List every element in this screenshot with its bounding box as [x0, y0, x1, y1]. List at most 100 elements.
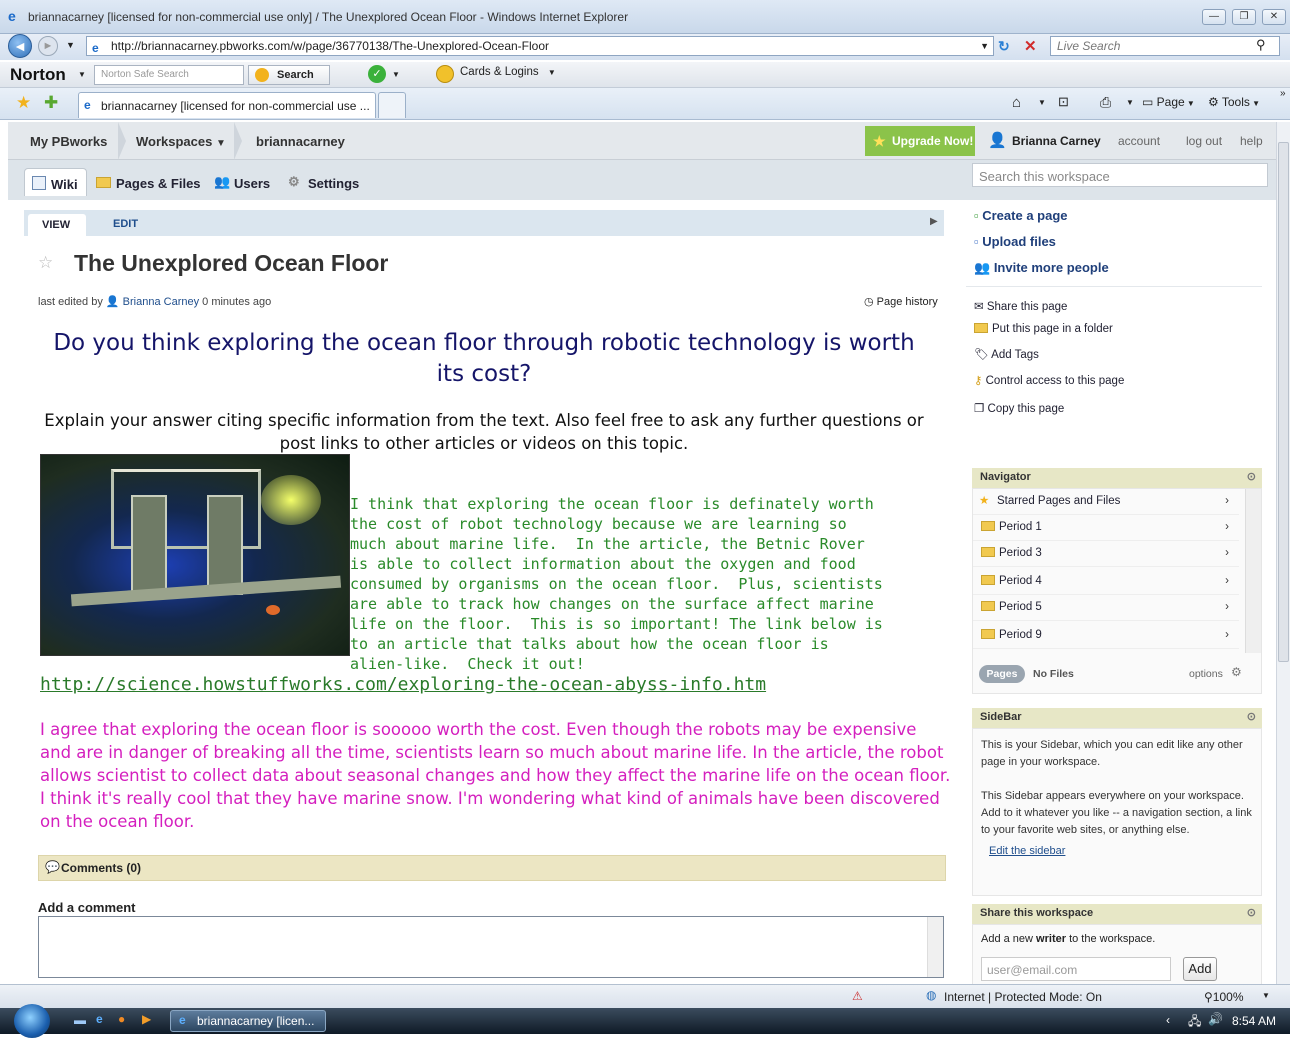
view-tab[interactable]: VIEW — [42, 219, 70, 231]
live-search-input[interactable]: Live Search — [1050, 36, 1280, 56]
article-link[interactable]: http://science.howstuffworks.com/explori… — [40, 674, 766, 695]
back-button[interactable]: ◄ — [8, 34, 32, 58]
help-link[interactable]: help — [1240, 134, 1263, 148]
norton-search-button[interactable]: Search — [248, 65, 330, 85]
network-icon[interactable]: 🖧 — [1188, 1012, 1201, 1033]
norton-search-input[interactable]: Norton Safe Search — [94, 65, 244, 85]
scroll-thumb[interactable] — [1278, 142, 1289, 662]
navigator-scrollbar[interactable] — [1245, 489, 1261, 653]
options-gear-icon[interactable]: ⚙ — [1231, 665, 1242, 679]
page-history-link[interactable]: ◷ Page history — [864, 295, 938, 308]
put-in-folder-link[interactable]: Put this page in a folder — [974, 323, 1113, 335]
url-field[interactable]: e http://briannacarney.pbworks.com/w/pag… — [86, 36, 994, 56]
collapse-icon[interactable]: ⊙ — [1247, 710, 1256, 723]
nav-item-period-4[interactable]: Period 4 › — [973, 569, 1239, 595]
account-link[interactable]: account — [1118, 134, 1160, 148]
maximize-button[interactable]: ❐ — [1232, 9, 1256, 25]
favorites-star-icon[interactable]: ★ — [16, 93, 31, 113]
cards-logins-button[interactable]: Cards & Logins ▼ — [436, 65, 556, 83]
files-tab[interactable]: No Files — [1033, 668, 1074, 680]
norton-brand[interactable]: Norton — [10, 65, 66, 85]
start-button[interactable] — [14, 1004, 50, 1038]
privacy-icon[interactable]: ⚠ — [852, 989, 863, 1003]
overflow-chevron-icon[interactable]: » — [1280, 88, 1286, 99]
user-name[interactable]: Brianna Carney — [1012, 134, 1101, 148]
workspace-search-input[interactable]: Search this workspace — [972, 163, 1268, 187]
print-chevron-icon[interactable]: ▼ — [1126, 98, 1134, 107]
clock[interactable]: 8:54 AM — [1232, 1014, 1276, 1028]
print-icon[interactable]: ⎙ — [1100, 94, 1111, 111]
nav-item-period-1[interactable]: Period 1 › — [973, 515, 1239, 541]
pages-tab[interactable]: Pages — [979, 665, 1025, 683]
page-menu[interactable]: ▭ Page ▼ — [1142, 95, 1195, 109]
share-page-link[interactable]: ✉ Share this page — [974, 299, 1067, 313]
my-pbworks-link[interactable]: My PBworks — [30, 134, 107, 149]
upload-files-link[interactable]: ▫ Upload files — [974, 234, 1056, 249]
refresh-icon[interactable]: ↻ — [998, 38, 1010, 55]
invite-people-link[interactable]: 👥 Invite more people — [974, 260, 1109, 276]
nav-item-period-5[interactable]: Period 5 › — [973, 595, 1239, 621]
volume-icon[interactable]: 🔊 — [1208, 1012, 1223, 1026]
search-icon[interactable]: ⚲ — [1256, 37, 1266, 53]
zoom-chevron-icon[interactable]: ▼ — [1262, 991, 1270, 1000]
tab-pages-files-label: Pages & Files — [116, 176, 201, 191]
logout-link[interactable]: log out — [1186, 134, 1222, 148]
comments-bar[interactable]: 💬 Comments (0) — [38, 855, 946, 881]
navigator-header[interactable]: Navigator ⊙ — [972, 468, 1262, 488]
add-writer-button[interactable]: Add — [1183, 957, 1217, 981]
taskbar-ie-window[interactable]: e briannacarney [licen... — [170, 1010, 326, 1032]
favorite-star-icon[interactable]: ☆ — [38, 253, 53, 273]
show-desktop-icon[interactable]: ▬ — [74, 1013, 86, 1027]
email-input[interactable]: user@email.com — [981, 957, 1171, 981]
edit-tab[interactable]: EDIT — [113, 218, 138, 230]
forward-button[interactable]: ► — [38, 36, 58, 56]
create-page-link[interactable]: ▫ Create a page — [974, 208, 1068, 223]
home-icon[interactable]: ⌂ — [1012, 94, 1021, 111]
minimize-button[interactable]: — — [1202, 9, 1226, 25]
upgrade-button[interactable]: ★ Upgrade Now! — [865, 126, 975, 156]
workspace-name-link[interactable]: briannacarney — [256, 134, 345, 149]
last-edited-user[interactable]: Brianna Carney — [123, 296, 199, 308]
home-chevron-icon[interactable]: ▼ — [1038, 98, 1046, 107]
norton-menu-chevron-icon[interactable]: ▼ — [78, 70, 86, 79]
stop-icon[interactable]: ✕ — [1024, 37, 1037, 55]
workspaces-menu[interactable]: Workspaces ▼ — [136, 134, 226, 149]
edit-sidebar-link[interactable]: Edit the sidebar — [981, 843, 1253, 860]
url-dropdown-icon[interactable]: ▼ — [980, 37, 989, 55]
collapse-icon[interactable]: ⊙ — [1247, 470, 1256, 483]
last-edited-prefix: last edited by — [38, 296, 103, 308]
tab-users[interactable]: 👥 Users — [208, 168, 278, 196]
browser-tab[interactable]: e briannacarney [licensed for non-commer… — [78, 92, 376, 118]
right-sidebar: ▫ Create a page ▫ Upload files 👥 Invite … — [966, 200, 1266, 984]
safe-check-chevron-icon[interactable]: ▼ — [392, 70, 400, 79]
zoom-level[interactable]: ⚲100% — [1204, 990, 1244, 1004]
share-workspace-header[interactable]: Share this workspace ⊙ — [972, 904, 1262, 924]
copy-page-link[interactable]: ❐ Copy this page — [974, 401, 1064, 415]
feeds-icon[interactable]: ⊡ — [1058, 94, 1069, 110]
tab-settings[interactable]: ⚙ Settings — [282, 168, 367, 196]
safe-check-icon[interactable]: ✓ — [368, 65, 386, 83]
control-access-link[interactable]: ⚷ Control access to this page — [974, 373, 1124, 387]
close-button[interactable]: ✕ — [1262, 9, 1286, 25]
page-scrollbar[interactable] — [1276, 122, 1290, 984]
comment-textarea[interactable] — [38, 916, 944, 978]
tab-wiki[interactable]: Wiki — [24, 168, 87, 196]
ie-quicklaunch-icon[interactable]: e — [96, 1012, 103, 1026]
firefox-quicklaunch-icon[interactable]: ● — [118, 1012, 125, 1026]
media-player-quicklaunch-icon[interactable]: ▶ — [142, 1012, 151, 1026]
nav-item-starred[interactable]: ★ Starred Pages and Files › — [973, 489, 1239, 515]
sidebar-box-header[interactable]: SideBar ⊙ — [972, 708, 1262, 728]
nav-item-period-9[interactable]: Period 9 › — [973, 623, 1239, 649]
tray-expand-icon[interactable]: ‹ — [1166, 1013, 1170, 1027]
tools-menu[interactable]: ⚙ Tools ▼ — [1208, 95, 1260, 109]
tab-pages-files[interactable]: Pages & Files — [90, 168, 209, 196]
collapse-arrow-icon[interactable]: ▶ — [930, 216, 938, 227]
textarea-scrollbar[interactable] — [927, 917, 943, 977]
new-tab-button[interactable] — [378, 92, 406, 118]
options-link[interactable]: options — [1189, 668, 1223, 680]
add-tags-link[interactable]: 🏷 Add Tags — [974, 347, 1039, 361]
recent-pages-chevron-icon[interactable]: ▼ — [66, 40, 75, 50]
add-favorite-icon[interactable]: ✚ — [44, 93, 58, 113]
nav-item-period-3[interactable]: Period 3 › — [973, 541, 1239, 567]
collapse-icon[interactable]: ⊙ — [1247, 906, 1256, 919]
